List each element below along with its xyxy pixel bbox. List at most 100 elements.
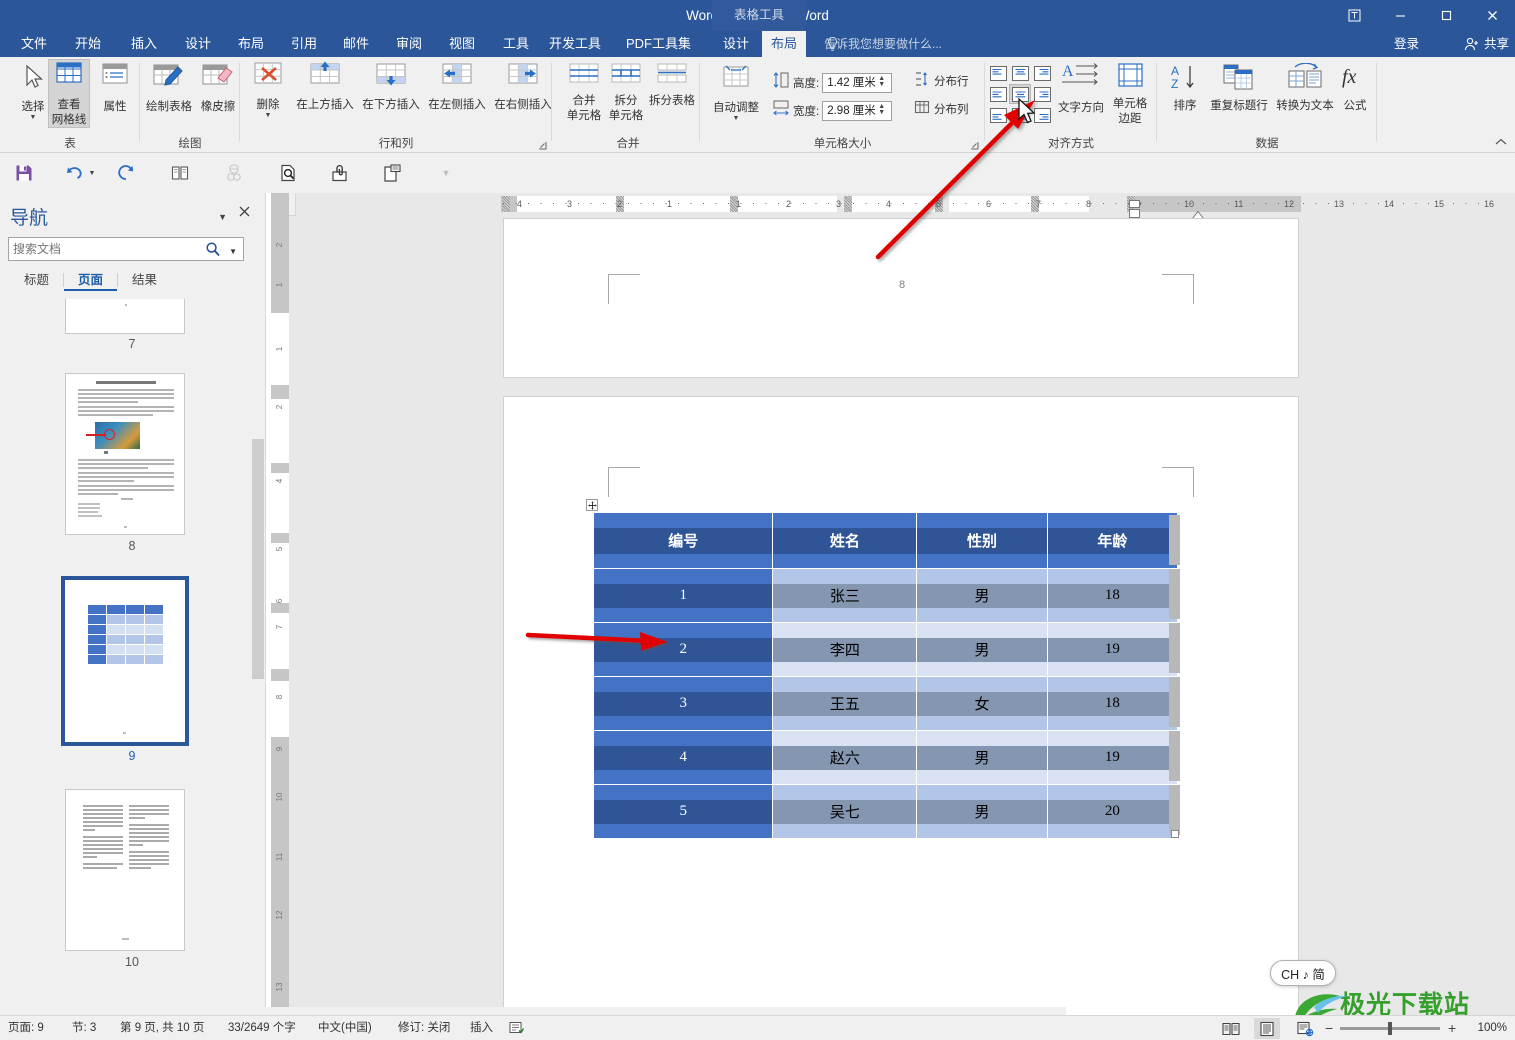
tab-review[interactable]: 审阅 (387, 31, 431, 57)
cell-margins-button[interactable]: 单元格 边距 (1107, 61, 1153, 126)
status-word-count[interactable]: 33/2649 个字 (228, 1016, 296, 1040)
delete-button[interactable]: 删除 ▼ (245, 60, 291, 119)
convert-to-text-button[interactable]: 转换为文本 (1271, 62, 1339, 113)
tab-references[interactable]: 引用 (282, 31, 326, 57)
document-table[interactable]: 编号 姓名 性别 年龄 1 张三 男 18 2 李四 男 19 3 王五 女 1… (592, 512, 1179, 839)
repeat-header-rows-button[interactable]: 重复标题行 (1205, 63, 1273, 113)
proofing-icon[interactable] (508, 1020, 525, 1040)
formula-button[interactable]: fx 公式 (1333, 63, 1377, 113)
nav-tab-pages[interactable]: 页面 (64, 271, 118, 291)
zoom-in-button[interactable]: + (1448, 1020, 1456, 1036)
share-button[interactable]: 共享 (1464, 31, 1509, 57)
print-preview-icon[interactable] (274, 159, 302, 187)
align-top-center-button[interactable] (1009, 63, 1031, 83)
align-top-right-button[interactable] (1031, 63, 1053, 83)
column-marker-icon[interactable] (844, 196, 852, 212)
document-page-9[interactable]: 编号 姓名 性别 年龄 1 张三 男 18 2 李四 男 19 3 王五 女 1… (503, 396, 1299, 1015)
table-row[interactable]: 5 吴七 男 20 (592, 784, 1179, 839)
navigation-scroll-thumb[interactable] (252, 439, 264, 679)
zoom-slider-thumb[interactable] (1388, 1022, 1392, 1035)
link-icon[interactable] (220, 159, 248, 187)
table-row[interactable]: 2 李四 男 19 (592, 622, 1179, 677)
tab-layout[interactable]: 布局 (229, 31, 273, 57)
status-section[interactable]: 节: 3 (72, 1016, 96, 1040)
qat-overflow-icon[interactable]: ▼ (432, 159, 460, 187)
tab-mailings[interactable]: 邮件 (334, 31, 378, 57)
text-direction-button[interactable]: A 文字方向 (1057, 61, 1105, 115)
tab-table-layout[interactable]: 布局 (762, 31, 807, 57)
zoom-out-button[interactable]: − (1325, 1020, 1333, 1036)
align-middle-left-button[interactable] (987, 84, 1009, 104)
vertical-ruler[interactable]: 2 1 1 2 4 5 6 7 8 9 10 11 12 13 (271, 193, 289, 1015)
insert-right-button[interactable]: 在右侧插入 (490, 60, 556, 112)
sign-in-link[interactable]: 登录 (1394, 31, 1419, 57)
table-move-handle-icon[interactable] (586, 499, 598, 511)
close-icon[interactable] (238, 205, 251, 222)
align-bottom-left-button[interactable] (987, 105, 1009, 125)
tab-developer[interactable]: 开发工具 (540, 31, 610, 57)
status-page-of[interactable]: 第 9 页, 共 10 页 (120, 1016, 204, 1040)
status-insert-mode[interactable]: 插入 (470, 1016, 493, 1040)
search-document-box[interactable]: ▼ (8, 237, 244, 261)
tab-tools[interactable]: 工具 (494, 31, 538, 57)
maximize-icon[interactable] (1423, 0, 1469, 31)
horizontal-ruler[interactable]: 4 3 2 1 1 2 3 4 5 6 7 8 9 10 11 12 13 14… (289, 193, 1515, 219)
tab-table-design[interactable]: 设计 (714, 31, 758, 57)
collapse-ribbon-button[interactable] (1495, 138, 1507, 149)
eraser-button[interactable]: 橡皮擦 (196, 60, 240, 114)
tell-me-search[interactable]: 告诉我您想要做什么... (824, 31, 942, 57)
distribute-rows-button[interactable]: 分布行 (914, 71, 969, 90)
comment-page-icon[interactable] (378, 159, 406, 187)
save-icon[interactable] (10, 159, 38, 187)
distribute-columns-button[interactable]: 分布列 (914, 99, 969, 118)
minimize-icon[interactable] (1377, 0, 1423, 31)
tab-insert[interactable]: 插入 (122, 31, 166, 57)
nav-tab-results[interactable]: 结果 (118, 271, 171, 291)
two-page-view-icon[interactable] (166, 159, 194, 187)
navigation-pane-scrollbar[interactable] (251, 299, 265, 1015)
column-marker-icon[interactable] (502, 196, 510, 212)
ribbon-display-options-icon[interactable] (1331, 0, 1377, 31)
tab-stop-selector[interactable]: L (289, 193, 296, 216)
tab-file[interactable]: 文件 (12, 31, 56, 57)
nav-tab-headings[interactable]: 标题 (10, 271, 63, 291)
chevron-down-icon[interactable]: ▼ (30, 114, 37, 121)
cell-size-dialog-launcher[interactable] (970, 141, 980, 151)
thumbnail-page-7[interactable] (65, 299, 185, 334)
tab-view[interactable]: 视图 (440, 31, 484, 57)
status-page[interactable]: 页面: 9 (8, 1016, 44, 1040)
split-cells-button[interactable]: 拆分 单元格 (604, 60, 648, 123)
chevron-down-icon[interactable]: ▼ (733, 115, 740, 122)
thumbnail-page-9[interactable] (61, 576, 189, 746)
document-page-8[interactable]: 8 (503, 218, 1299, 378)
document-canvas[interactable]: 4 3 2 1 1 2 3 4 5 6 7 8 9 10 11 12 13 14… (289, 193, 1515, 1015)
tab-home[interactable]: 开始 (66, 31, 110, 57)
zoom-percentage[interactable]: 100% (1478, 1016, 1507, 1040)
align-top-left-button[interactable] (987, 63, 1009, 83)
split-table-button[interactable]: 拆分表格 (646, 60, 698, 108)
print-layout-icon[interactable] (1254, 1018, 1280, 1039)
autofit-button[interactable]: 自动调整 ▼ (708, 63, 764, 122)
undo-dropdown-icon[interactable]: ▼ (86, 159, 98, 187)
align-middle-center-button[interactable] (1009, 84, 1031, 104)
chevron-down-icon[interactable]: ▼ (229, 247, 237, 256)
view-gridlines-button[interactable]: 查看 网格线 (48, 59, 90, 128)
align-bottom-right-button[interactable] (1031, 105, 1053, 125)
undo-icon[interactable] (60, 159, 88, 187)
sort-button[interactable]: AZ 排序 (1163, 63, 1207, 113)
attachment-icon[interactable] (326, 159, 354, 187)
page-thumbnail-list[interactable]: 7 8 9 10 (0, 299, 264, 1015)
table-row[interactable]: 4 赵六 男 19 (592, 730, 1179, 785)
align-bottom-center-button[interactable] (1009, 105, 1031, 125)
tab-design[interactable]: 设计 (176, 31, 220, 57)
redo-icon[interactable] (112, 159, 140, 187)
table-resize-handle-icon[interactable] (1171, 830, 1179, 838)
insert-left-button[interactable]: 在左侧插入 (424, 60, 490, 112)
rows-columns-dialog-launcher[interactable] (538, 141, 548, 151)
ime-language-indicator[interactable]: CH ♪ 简 (1270, 960, 1336, 986)
table-row[interactable]: 3 王五 女 18 (592, 676, 1179, 731)
table-header-row[interactable]: 编号 姓名 性别 年龄 (592, 512, 1179, 569)
status-track-changes[interactable]: 修订: 关闭 (398, 1016, 450, 1040)
merge-cells-button[interactable]: 合并 单元格 (562, 60, 606, 123)
chevron-down-icon[interactable]: ▼ (265, 112, 272, 119)
